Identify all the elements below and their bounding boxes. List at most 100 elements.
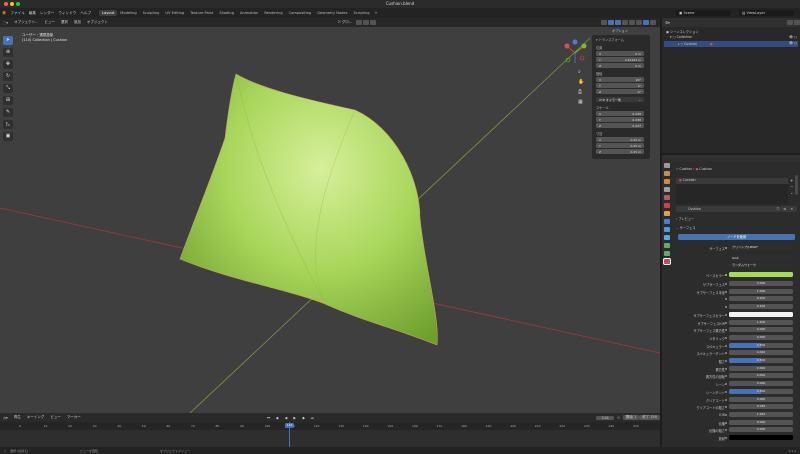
tab-uv-editing[interactable]: UV Editing [162,10,187,16]
menu-edit[interactable]: 編集 [27,11,38,16]
menu-render[interactable]: レンダー [38,11,56,16]
annotate-tool-icon[interactable]: ✎ [3,108,13,117]
current-frame-field[interactable]: 110 [596,415,615,420]
outliner-item-cushion[interactable]: ▸ ▽ Cushion ● [664,41,798,47]
property-value-field[interactable]: 0.000 [729,365,793,371]
preview-panel-header[interactable]: › プレビュー [676,216,694,221]
subsurface-method-dropdown[interactable]: ランダムウォーク [729,263,793,268]
constraints-tab-icon[interactable] [663,243,670,248]
orientation-dropdown[interactable]: ⤧ グロ... [335,20,355,25]
material-datablock-field[interactable]: Cushion ⛉ ⧉ ✕ [676,206,797,212]
rendered-shading-icon[interactable] [649,20,656,25]
property-value-field[interactable]: 0.500 [729,342,793,348]
outliner-editor-icon[interactable]: ☰▾ [662,21,673,25]
surface-panel-header[interactable]: ⌄ サーフェス [676,225,695,230]
end-frame-field[interactable]: 終了 250 [639,415,660,420]
location-z-field[interactable]: Z0 m [596,63,644,68]
material-slot-list[interactable]: ● Cushion [676,178,788,204]
move-tool-icon[interactable]: ✥ [3,60,13,69]
tab-shading[interactable]: Shading [216,10,237,16]
preview-range-icon[interactable]: ⏱ [614,416,623,420]
outliner-search-icon[interactable] [786,20,793,25]
property-value-field[interactable]: 0.500 [729,358,793,363]
transform-section-header[interactable]: ▾ トランスフォーム [596,37,624,42]
timeline-body[interactable]: 0 10 20 30 40 50 60 70 80 90 100 110 120 130 140 150 160… [0,422,660,448]
tab-rendering[interactable]: Rendering [261,10,285,16]
world-tab-icon[interactable] [663,203,670,208]
rotation-x-field[interactable]: X 90° [596,77,644,82]
rotate-tool-icon[interactable]: ↻ [3,72,13,81]
menu-marker[interactable]: マーカー [64,415,84,420]
tab-geometry-nodes[interactable]: Geometry Nodes [314,10,350,16]
view-layer-tab-icon[interactable] [663,187,670,192]
scale-tool-icon[interactable]: ⤡ [3,84,13,93]
next-keyframe-icon[interactable]: ◆ [299,416,308,420]
snap-icon[interactable] [362,20,369,25]
visibility-eye-icon[interactable]: 👁 ▢ [789,40,797,46]
menu-file[interactable]: ファイル [8,11,26,16]
select-box-tool-icon[interactable]: ➤ [3,36,13,45]
add-cube-tool-icon[interactable]: ▣ [3,132,13,141]
outliner-filter-icon[interactable] [793,20,800,25]
material-shading-icon[interactable] [642,20,649,25]
material-tab-icon[interactable] [662,258,671,265]
dimensions-x-field[interactable]: X 0.45 m [596,137,644,142]
tab-texture-paint[interactable]: Texture Paint [187,10,216,16]
render-tab-icon[interactable] [663,171,670,176]
tab-sculpting[interactable]: Sculpting [140,10,163,16]
timeline-ruler[interactable]: 0 10 20 30 40 50 60 70 80 90 100 110 120 130 140 150 160… [0,422,660,430]
xray-icon[interactable] [621,20,628,25]
view-layer-selector[interactable]: ▤ ViewLayer [739,10,794,16]
property-value-field[interactable]: 0.000 [729,381,793,387]
editor-type-icon[interactable]: ⬚▾ [0,21,11,25]
fake-user-icon[interactable]: ⛉ [777,207,779,211]
pan-hand-icon[interactable]: ✋ [578,77,586,87]
property-value-field[interactable]: 0.000 [729,334,793,340]
ortho-toggle-icon[interactable]: ▦ [578,97,586,107]
scale-x-field[interactable]: X 0.238 [596,111,644,116]
tab-layout[interactable]: Layout [99,10,118,16]
property-value-field[interactable]: 1.000 [729,288,793,294]
rotation-z-field[interactable]: Z 0° [596,89,644,94]
cursor-tool-icon[interactable]: ⊕ [3,48,13,57]
property-value-field[interactable]: 0.500 [729,388,793,394]
physics-tab-icon[interactable] [663,235,670,240]
solid-shading-icon[interactable] [635,20,642,25]
play-icon[interactable]: ▶ [290,416,299,420]
dimensions-z-field[interactable]: Z 0.25 m [596,149,644,154]
material-slot-item[interactable]: ● Cushion [676,178,788,184]
scale-z-field[interactable]: Z 0.237 [596,123,644,128]
options-dropdown[interactable]: オプション [612,28,628,33]
use-nodes-button[interactable]: ノードを使用 [678,234,795,240]
menu-playback[interactable]: 再生 [11,415,24,420]
navigation-gizmo[interactable] [560,38,590,68]
measure-tool-icon[interactable]: ◺ [3,120,13,129]
menu-timeline-view[interactable]: ビュー [47,415,64,420]
dimensions-y-field[interactable]: Y 0.45 m [596,143,644,148]
blender-logo-icon[interactable]: ◉ [0,10,8,16]
timeline-keyframe-area[interactable] [0,430,660,448]
duplicate-icon[interactable]: ⧉ [784,207,786,211]
property-value-field[interactable]: 0.000 [729,327,793,333]
location-x-field[interactable]: X0 m [596,51,644,56]
distribution-dropdown[interactable]: GGX [729,256,793,261]
add-workspace-icon[interactable]: + [373,11,380,15]
proportional-edit-icon[interactable] [369,20,376,25]
property-value-field[interactable]: 0.000 [729,350,793,356]
transform-tool-icon[interactable]: ⊞ [3,96,13,105]
tab-modeling[interactable]: Modeling [117,10,139,16]
tab-compositing[interactable]: Compositing [286,10,315,16]
zoom-icon[interactable]: ⌕ [578,67,586,77]
property-value-field[interactable]: 0.000 [729,373,793,379]
property-value-field[interactable]: 0.000 [729,427,793,433]
pivot-icon[interactable] [355,20,362,25]
gizmo-icon[interactable] [607,20,614,25]
outliner-item-collection[interactable]: ▾ ▢ Collection [670,35,692,39]
base-color-swatch[interactable] [729,272,793,277]
unlink-icon[interactable]: ✕ [790,207,793,211]
output-tab-icon[interactable] [663,179,670,184]
property-value-field[interactable] [729,311,793,317]
property-value-field[interactable]: 0.100 [729,304,793,310]
object-tab-icon[interactable] [663,211,670,216]
camera-view-icon[interactable]: ⎙ [578,87,586,97]
